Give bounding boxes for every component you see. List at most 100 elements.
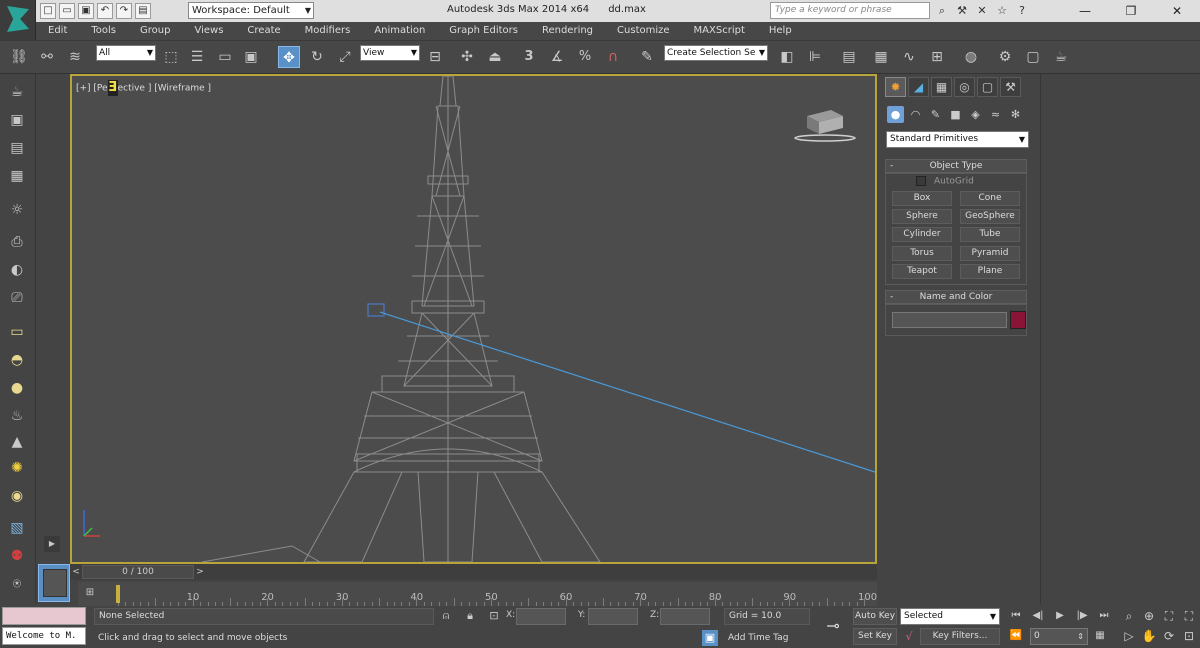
redo-icon[interactable]: ↷ xyxy=(116,3,132,19)
dome-icon[interactable]: ◓ xyxy=(6,350,28,370)
maxscript-listener[interactable]: Welcome to M. xyxy=(2,627,86,645)
sphere-button[interactable]: Sphere xyxy=(892,209,952,224)
shapes-icon[interactable]: ◠ xyxy=(907,106,924,123)
exchange-icon[interactable]: ✕ xyxy=(974,3,990,19)
key-icon[interactable]: ⊸ xyxy=(818,614,848,638)
spacewarps-icon[interactable]: ≈ xyxy=(987,106,1004,123)
menu-item-rendering[interactable]: Rendering xyxy=(530,22,605,40)
time-slider[interactable]: < 0 / 100 > xyxy=(70,564,877,580)
search-input[interactable]: Type a keyword or phrase xyxy=(770,2,930,19)
binoculars-icon[interactable]: ⌕ xyxy=(934,3,950,19)
teapot-icon[interactable]: ☕ xyxy=(6,82,28,102)
cameras-icon[interactable]: ■ xyxy=(947,106,964,123)
orbit-icon[interactable]: ⟳ xyxy=(1160,628,1178,645)
save-icon[interactable]: ▣ xyxy=(78,3,94,19)
select-and-scale-icon[interactable]: ⤢ xyxy=(334,46,356,68)
mirror-icon[interactable]: ◧ xyxy=(776,46,798,68)
zoom-icon[interactable]: ⌕ xyxy=(1120,608,1138,625)
edit-named-sel-icon[interactable]: ✎ xyxy=(636,46,658,68)
lights-icon[interactable]: ✎ xyxy=(927,106,944,123)
display-tab-icon[interactable]: ▢ xyxy=(977,77,998,97)
bind-spacewarp-icon[interactable]: ≋ xyxy=(64,46,86,68)
sun-light-icon[interactable]: ✺ xyxy=(6,458,28,478)
box-primitive-icon[interactable]: ▭ xyxy=(6,322,28,342)
absolute-mode-icon[interactable]: ⊡ xyxy=(486,608,502,624)
app-logo[interactable] xyxy=(0,0,36,40)
selection-filter-select[interactable]: All ▼ xyxy=(96,45,156,61)
select-manipulate-icon[interactable]: ✣ xyxy=(456,46,478,68)
layer-manager-icon[interactable]: ▤ xyxy=(838,46,860,68)
time-tag-icon[interactable]: ▣ xyxy=(702,630,718,646)
restore-icon[interactable]: ❐ xyxy=(1108,0,1154,22)
chevron-right-icon[interactable]: > xyxy=(194,565,206,579)
auto-key-button[interactable]: Auto Key xyxy=(853,608,897,625)
cone-primitive-icon[interactable]: ▲ xyxy=(6,432,28,452)
layer-list-icon[interactable]: ▤ xyxy=(6,138,28,158)
render-setup-icon[interactable]: ⚙ xyxy=(994,46,1016,68)
open-file-icon[interactable]: ▭ xyxy=(59,3,75,19)
render-teapot-icon[interactable]: ☕ xyxy=(1050,46,1072,68)
video-camera-icon[interactable]: ⎚ xyxy=(6,288,28,308)
autogrid-checkbox[interactable]: AutoGrid xyxy=(916,176,974,187)
torus-button[interactable]: Torus xyxy=(892,246,952,261)
tube-button[interactable]: Tube xyxy=(960,227,1020,242)
maximize-viewport-icon[interactable]: ⊡ xyxy=(1180,628,1198,645)
zoom-extents-all-icon[interactable]: ⛶ xyxy=(1180,608,1198,625)
menu-item-modifiers[interactable]: Modifiers xyxy=(293,22,363,40)
name-color-rollout-header[interactable]: - Name and Color xyxy=(885,290,1027,304)
perspective-viewport[interactable]: [+] [PeƎective ] [Wireframe ] xyxy=(70,74,877,564)
angle-snap-icon[interactable]: ∡ xyxy=(546,46,568,68)
key-mode-icon[interactable]: ⏪ xyxy=(1006,628,1026,644)
menu-item-animation[interactable]: Animation xyxy=(362,22,437,40)
link-icon[interactable]: ⛓ xyxy=(8,46,30,68)
minimize-icon[interactable]: — xyxy=(1062,0,1108,22)
rendered-frame-window-icon[interactable]: ▢ xyxy=(1022,46,1044,68)
material-editor-icon[interactable]: ◍ xyxy=(960,46,982,68)
menu-item-maxscript[interactable]: MAXScript xyxy=(682,22,757,40)
particle-icon[interactable]: ⚉ xyxy=(6,546,28,566)
menu-item-edit[interactable]: Edit xyxy=(36,22,79,40)
help-icon[interactable]: ? xyxy=(1014,3,1030,19)
previous-frame-icon[interactable]: ◀| xyxy=(1028,608,1048,624)
geosphere-button[interactable]: GeoSphere xyxy=(960,209,1020,224)
helper-icon[interactable]: ⍟ xyxy=(6,574,28,594)
spinner-snap-icon[interactable]: ∩ xyxy=(602,46,624,68)
go-to-end-icon[interactable]: ⏭ xyxy=(1094,608,1114,624)
project-folder-icon[interactable]: ▤ xyxy=(135,3,151,19)
schematic-view-icon[interactable]: ⊞ xyxy=(926,46,948,68)
set-key-button[interactable]: Set Key xyxy=(853,628,897,645)
x-coordinate-field[interactable] xyxy=(516,608,566,625)
curve-editor-icon[interactable]: ∿ xyxy=(898,46,920,68)
zoom-extents-icon[interactable]: ⛶ xyxy=(1160,608,1178,625)
close-icon[interactable]: ✕ xyxy=(1154,0,1200,22)
geometry-icon[interactable]: ● xyxy=(887,106,904,123)
mini-listener-toggle[interactable] xyxy=(38,564,70,602)
workspace-select[interactable]: Workspace: Default ▼ xyxy=(188,2,314,19)
select-by-name-icon[interactable]: ☰ xyxy=(186,46,208,68)
object-type-rollout-header[interactable]: - Object Type xyxy=(885,159,1027,173)
current-frame-field[interactable]: 0 ⇕ xyxy=(1030,628,1088,645)
plane-grid-icon[interactable]: ▧ xyxy=(6,518,28,538)
create-tab-icon[interactable]: ✹ xyxy=(885,77,906,97)
time-slider-thumb[interactable]: 0 / 100 xyxy=(82,565,194,579)
key-filter-select[interactable]: Selected ▼ xyxy=(900,608,1000,625)
menu-item-views[interactable]: Views xyxy=(182,22,235,40)
teapot-button[interactable]: Teapot xyxy=(892,264,952,279)
picture-icon[interactable]: ▣ xyxy=(6,110,28,130)
object-name-field[interactable] xyxy=(892,312,1007,328)
field-of-view-icon[interactable]: ▷ xyxy=(1120,628,1138,645)
menu-item-group[interactable]: Group xyxy=(128,22,182,40)
tools-icon[interactable]: ⚒ xyxy=(954,3,970,19)
percent-snap-icon[interactable]: % xyxy=(574,46,596,68)
select-object-icon[interactable]: ⬚ xyxy=(160,46,182,68)
new-file-icon[interactable]: □ xyxy=(40,3,56,19)
hierarchy-tab-icon[interactable]: ▦ xyxy=(931,77,952,97)
default-tangent-icon[interactable]: √ xyxy=(900,628,918,645)
sphere-icon[interactable]: ◐ xyxy=(6,260,28,280)
z-coordinate-field[interactable] xyxy=(660,608,710,625)
time-config-icon[interactable]: ▦ xyxy=(1090,628,1110,644)
keyboard-shortcut-icon[interactable]: ⏏ xyxy=(484,46,506,68)
expand-arrow-icon[interactable]: ▶ xyxy=(44,536,60,552)
maxscript-listener-top[interactable] xyxy=(2,607,86,625)
y-coordinate-field[interactable] xyxy=(588,608,638,625)
